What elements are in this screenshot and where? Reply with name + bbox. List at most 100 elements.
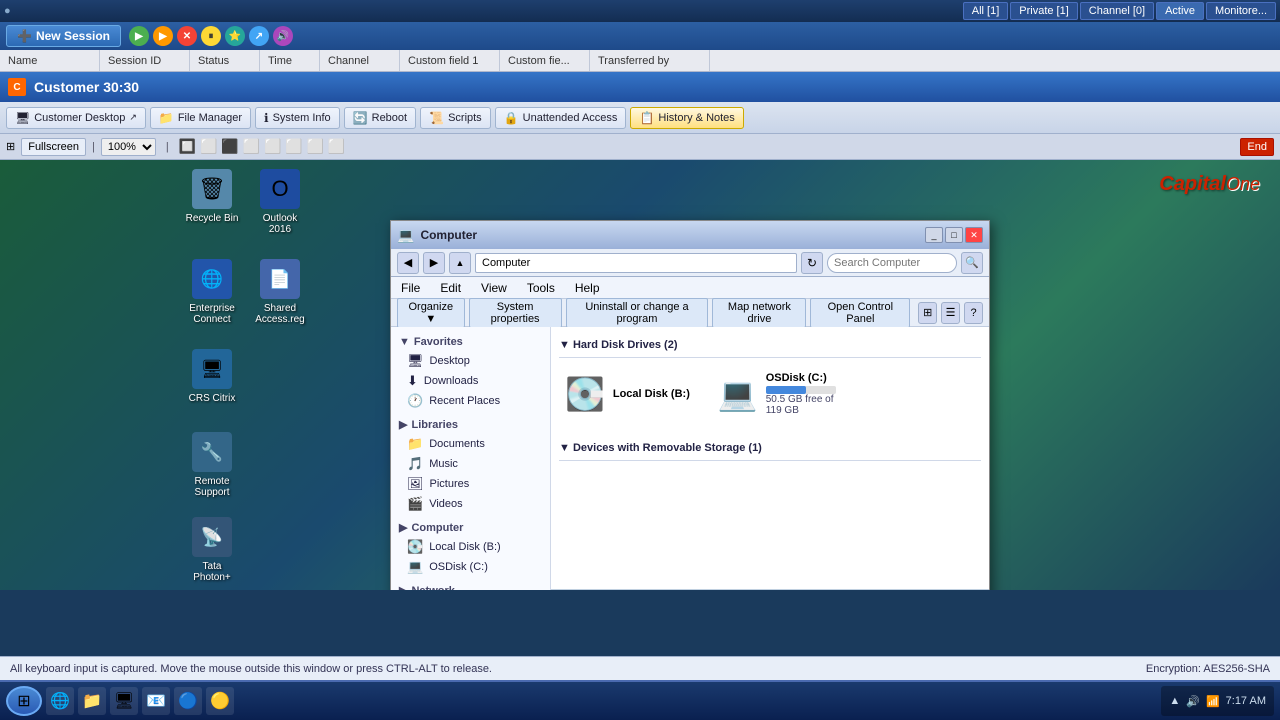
taskbar-explorer-icon[interactable]: 🖥 — [110, 687, 138, 715]
new-session-button[interactable]: ➕ New Session — [6, 25, 121, 47]
col-time[interactable]: Time — [260, 50, 320, 71]
back-button[interactable]: ◀ — [397, 252, 419, 274]
tab-all[interactable]: All [1] — [963, 2, 1009, 20]
enterprise-connect-icon[interactable]: 🌐 Enterprise Connect — [180, 255, 244, 329]
close-button[interactable]: ✕ — [965, 227, 983, 243]
view-toggle-button[interactable]: ⊞ — [918, 302, 937, 324]
libraries-header[interactable]: ▶ Libraries — [391, 415, 550, 434]
remote-support-icon[interactable]: 🔧 Remote Support — [180, 428, 244, 502]
crs-citrix-icon[interactable]: 🖥 CRS Citrix — [180, 345, 244, 408]
organize-button[interactable]: Organize ▼ — [397, 298, 465, 328]
zoom-select[interactable]: 100% — [101, 138, 156, 156]
history-notes-button[interactable]: 📋 History & Notes — [630, 107, 743, 129]
nav-osdisk[interactable]: 💻 OSDisk (C:) — [391, 557, 550, 577]
col-session-id[interactable]: Session ID — [100, 50, 190, 71]
nav-recent-label: Recent Places — [429, 395, 500, 407]
network-label: Network — [411, 585, 454, 591]
scripts-button[interactable]: 📜 Scripts — [420, 107, 491, 129]
history-icon: 📋 — [639, 111, 654, 125]
search-button[interactable]: 🔍 — [961, 252, 983, 274]
address-input[interactable] — [475, 253, 797, 273]
up-button[interactable]: ▲ — [449, 252, 471, 274]
explorer-titlebar: 💻 Computer _ □ ✕ — [391, 221, 989, 249]
tab-active[interactable]: Active — [1156, 2, 1204, 20]
tab-private[interactable]: Private [1] — [1010, 2, 1078, 20]
col-custom1[interactable]: Custom field 1 — [400, 50, 500, 71]
desktop-icon: 🖥 — [407, 353, 424, 369]
col-status[interactable]: Status — [190, 50, 260, 71]
network-header[interactable]: ▶ Network — [391, 581, 550, 590]
start-button[interactable]: ⊞ — [6, 686, 42, 716]
osdisk-c-icon: 💻 — [718, 375, 758, 413]
taskbar-folder-icon[interactable]: 📁 — [78, 687, 106, 715]
edit-menu[interactable]: Edit — [436, 279, 465, 297]
removable-expand-icon: ▼ — [559, 442, 573, 454]
system-properties-button[interactable]: System properties — [469, 298, 562, 328]
tab-channel[interactable]: Channel [0] — [1080, 2, 1154, 20]
icon-yellow[interactable]: ⏸ — [201, 26, 221, 46]
search-input[interactable] — [827, 253, 957, 273]
tools-menu[interactable]: Tools — [523, 279, 559, 297]
taskbar-ie-icon[interactable]: 🌐 — [46, 687, 74, 715]
history-notes-label: History & Notes — [658, 112, 734, 124]
nav-pictures[interactable]: 🖼 Pictures — [391, 474, 550, 494]
disk-c-icon: 💻 — [407, 559, 423, 575]
tray-icon1: ▲ — [1169, 695, 1180, 707]
tab-monitored[interactable]: Monitore... — [1206, 2, 1276, 20]
uninstall-button[interactable]: Uninstall or change a program — [566, 298, 709, 328]
system-info-button[interactable]: ℹ System Info — [255, 107, 340, 129]
col-name[interactable]: Name — [0, 50, 100, 71]
icon-teal[interactable]: ⭐ — [225, 26, 245, 46]
control-panel-button[interactable]: Open Control Panel — [810, 298, 910, 328]
nav-videos[interactable]: 🎬 Videos — [391, 494, 550, 514]
taskbar-app3-icon[interactable]: 🟡 — [206, 687, 234, 715]
col-channel[interactable]: Channel — [320, 50, 400, 71]
session-icon-group: ▶ ▶ ✕ ⏸ ⭐ ↗ 🔊 — [129, 26, 293, 46]
customer-desktop-button[interactable]: 🖥 Customer Desktop ↗ — [6, 107, 146, 129]
outlook-icon[interactable]: O Outlook 2016 — [248, 165, 312, 239]
fullscreen-button[interactable]: Fullscreen — [21, 138, 86, 156]
icon-orange[interactable]: ▶ — [153, 26, 173, 46]
nav-recent[interactable]: 🕐 Recent Places — [391, 391, 550, 411]
pictures-icon: 🖼 — [407, 476, 424, 492]
tata-photon-icon[interactable]: 📡 Tata Photon+ — [180, 513, 244, 587]
favorites-header[interactable]: ▼ Favorites — [391, 333, 550, 351]
forward-button[interactable]: ▶ — [423, 252, 445, 274]
help-menu[interactable]: Help — [571, 279, 604, 297]
nav-music[interactable]: 🎵 Music — [391, 454, 550, 474]
taskbar-app2-icon[interactable]: 🔵 — [174, 687, 202, 715]
help-btn[interactable]: ? — [964, 302, 983, 324]
file-manager-button[interactable]: 📁 File Manager — [150, 107, 251, 129]
computer-header[interactable]: ▶ Computer — [391, 518, 550, 537]
unattended-access-button[interactable]: 🔒 Unattended Access — [495, 107, 627, 129]
file-menu[interactable]: File — [397, 279, 424, 297]
reboot-label: Reboot — [372, 112, 407, 124]
icon-purple[interactable]: 🔊 — [273, 26, 293, 46]
col-transferred[interactable]: Transferred by — [590, 50, 710, 71]
map-network-button[interactable]: Map network drive — [712, 298, 806, 328]
encryption-status-text: Encryption: AES256-SHA — [1146, 663, 1270, 675]
details-toggle-button[interactable]: ☰ — [941, 302, 960, 324]
view-menu[interactable]: View — [477, 279, 511, 297]
minimize-button[interactable]: _ — [925, 227, 943, 243]
nav-local-disk[interactable]: 💽 Local Disk (B:) — [391, 537, 550, 557]
nav-downloads[interactable]: ⬇ Downloads — [391, 371, 550, 391]
reboot-button[interactable]: 🔄 Reboot — [344, 107, 416, 129]
shared-access-icon[interactable]: 📄 Shared Access.reg — [248, 255, 312, 329]
icon-green[interactable]: ▶ — [129, 26, 149, 46]
col-custom2[interactable]: Custom fie... — [500, 50, 590, 71]
recycle-bin-icon[interactable]: 🗑 Recycle Bin — [180, 165, 244, 228]
maximize-button[interactable]: □ — [945, 227, 963, 243]
icon-red[interactable]: ✕ — [177, 26, 197, 46]
nav-documents[interactable]: 📁 Documents — [391, 434, 550, 454]
icon-blue[interactable]: ↗ — [249, 26, 269, 46]
remote-desktop-area[interactable]: CapitalOne 🗑 Recycle Bin O Outlook 2016 … — [0, 160, 1280, 590]
nav-desktop[interactable]: 🖥 Desktop — [391, 351, 550, 371]
local-disk-b[interactable]: 💽 Local Disk (B:) — [559, 366, 696, 422]
taskbar-app1-icon[interactable]: 📧 — [142, 687, 170, 715]
end-button[interactable]: End — [1240, 138, 1274, 156]
refresh-button[interactable]: ↻ — [801, 252, 823, 274]
explorer-content: ▼ Favorites 🖥 Desktop ⬇ Downloads 🕐 Rece… — [391, 327, 989, 590]
osdisk-c[interactable]: 💻 OSDisk (C:) 50.5 GB free of 119 GB — [712, 366, 842, 422]
file-manager-label: File Manager — [178, 112, 242, 124]
